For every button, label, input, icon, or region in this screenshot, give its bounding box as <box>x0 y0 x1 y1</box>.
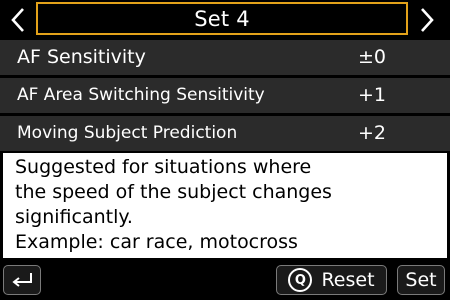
return-arrow-icon <box>12 273 32 287</box>
setting-row-af-sensitivity[interactable]: AF Sensitivity ±0 <box>0 40 450 75</box>
description-line: the speed of the subject changes <box>15 181 332 203</box>
footer: Q Reset Set <box>0 262 450 300</box>
setting-value: ±0 <box>357 46 386 68</box>
setting-label: AF Area Switching Sensitivity <box>17 85 265 105</box>
setting-label: AF Sensitivity <box>17 46 146 68</box>
setting-label: Moving Subject Prediction <box>17 123 238 143</box>
reset-button[interactable]: Q Reset <box>276 265 387 295</box>
chevron-left-icon <box>11 8 24 32</box>
description-line: Example: car race, motocross <box>15 231 298 253</box>
back-button[interactable] <box>3 265 41 295</box>
header: Set 4 <box>0 0 450 40</box>
setting-value: +2 <box>357 122 386 144</box>
description-line: Suggested for situations where <box>15 156 312 178</box>
description-box: Suggested for situations where the speed… <box>3 153 447 258</box>
reset-label: Reset <box>321 269 375 291</box>
prev-set-button[interactable] <box>4 4 32 36</box>
set-title: Set 4 <box>36 2 408 35</box>
next-set-button[interactable] <box>413 4 441 36</box>
setting-value: +1 <box>357 84 386 106</box>
setting-row-moving-subject[interactable]: Moving Subject Prediction +2 <box>0 116 450 151</box>
set-button[interactable]: Set <box>397 265 445 295</box>
set-label: Set <box>405 269 437 291</box>
description-line: significantly. <box>15 206 133 228</box>
q-button-icon: Q <box>288 268 313 292</box>
chevron-right-icon <box>421 8 434 32</box>
setting-row-af-area-switching[interactable]: AF Area Switching Sensitivity +1 <box>0 78 450 113</box>
